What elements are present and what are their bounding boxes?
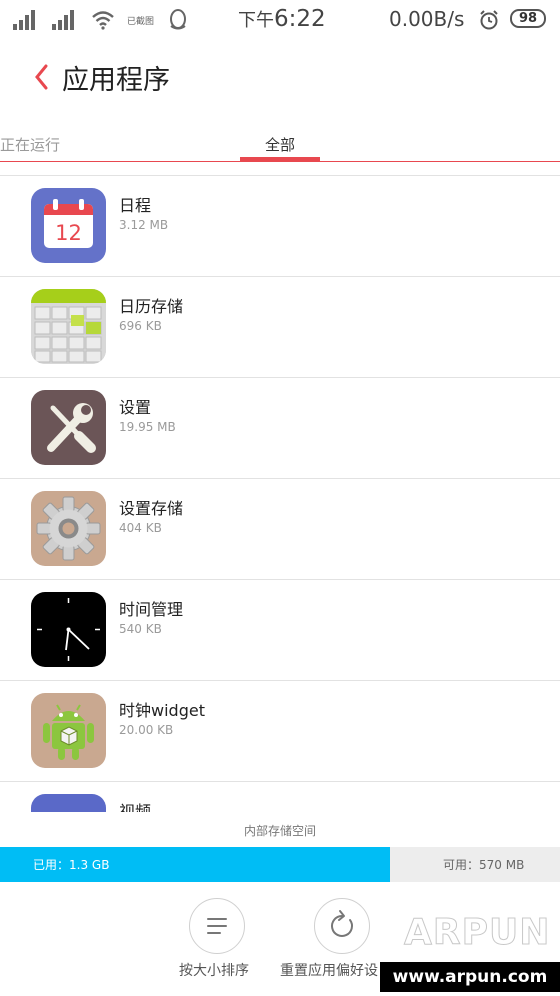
gear-icon [31, 491, 106, 566]
signal-strength-icon [13, 10, 39, 30]
app-name: 日程 [119, 196, 152, 215]
watermark-logo: ARPUN [403, 912, 551, 954]
signal-strength-icon [52, 10, 78, 30]
reset-app-preferences-button[interactable] [314, 898, 370, 954]
app-row-schedule[interactable]: 12 日程 3.12 MB [0, 176, 560, 277]
storage-label: 内部存储空间 [243, 824, 316, 838]
app-size: 404 KB [119, 521, 162, 535]
storage-available-text: 可用：570 MB [443, 858, 525, 872]
status-bar: 已截图 下午6:22 0.00B/s 98 [0, 0, 560, 40]
app-row-time-management[interactable]: 时间管理 540 KB [0, 580, 560, 681]
app-name: 设置存储 [119, 499, 184, 518]
tab-all[interactable]: 全部 [240, 134, 320, 155]
clock-icon [31, 592, 106, 667]
wifi-icon [92, 11, 114, 30]
app-name: 日历存储 [119, 297, 184, 316]
app-name: 时间管理 [119, 600, 184, 619]
qq-icon [170, 9, 186, 30]
clock-time: 下午6:22 [238, 6, 326, 32]
network-speed: 0.00B/s [389, 7, 465, 31]
svg-text:12: 12 [55, 221, 82, 245]
tab-divider [0, 161, 560, 162]
app-row-video[interactable]: 视频 [0, 782, 560, 812]
calendar-storage-icon [31, 289, 106, 364]
tab-running[interactable]: 正在运行 [0, 134, 60, 155]
sort-by-size-label[interactable]: 按大小排序 [179, 960, 249, 980]
app-size: 540 KB [119, 622, 162, 636]
page-title: 应用程序 [62, 65, 170, 96]
app-name: 设置 [119, 398, 152, 417]
sort-list-icon [207, 918, 227, 934]
app-row-settings-storage[interactable]: 设置存储 404 KB [0, 479, 560, 580]
sort-by-size-button[interactable] [189, 898, 245, 954]
app-list[interactable]: 12 日程 3.12 MB 日历存储 696 KB 设置 19.95 MB 设置… [0, 176, 560, 812]
app-size: 3.12 MB [119, 218, 169, 232]
app-name: 时钟widget [119, 701, 205, 720]
video-icon [31, 794, 106, 812]
app-row-clock-widget[interactable]: 时钟widget 20.00 KB [0, 681, 560, 782]
alarm-icon [480, 10, 498, 30]
battery-level: 98 [510, 9, 546, 28]
app-row-calendar-storage[interactable]: 日历存储 696 KB [0, 277, 560, 378]
screenshot-status-text: 已截图 [127, 17, 155, 27]
watermark-url: www.arpun.com [380, 962, 560, 992]
app-size: 696 KB [119, 319, 162, 333]
calendar-icon: 12 [31, 188, 106, 263]
refresh-icon [331, 910, 353, 937]
storage-used-text: 已用：1.3 GB [33, 858, 110, 872]
wrench-screwdriver-icon [31, 390, 106, 465]
app-size: 19.95 MB [119, 420, 176, 434]
app-row-settings[interactable]: 设置 19.95 MB [0, 378, 560, 479]
app-size: 20.00 KB [119, 723, 174, 737]
back-arrow-icon[interactable] [32, 62, 52, 92]
reset-app-preferences-label[interactable]: 重置应用偏好设 [280, 960, 378, 980]
app-name: 视频 [119, 802, 152, 812]
android-icon [31, 693, 106, 768]
